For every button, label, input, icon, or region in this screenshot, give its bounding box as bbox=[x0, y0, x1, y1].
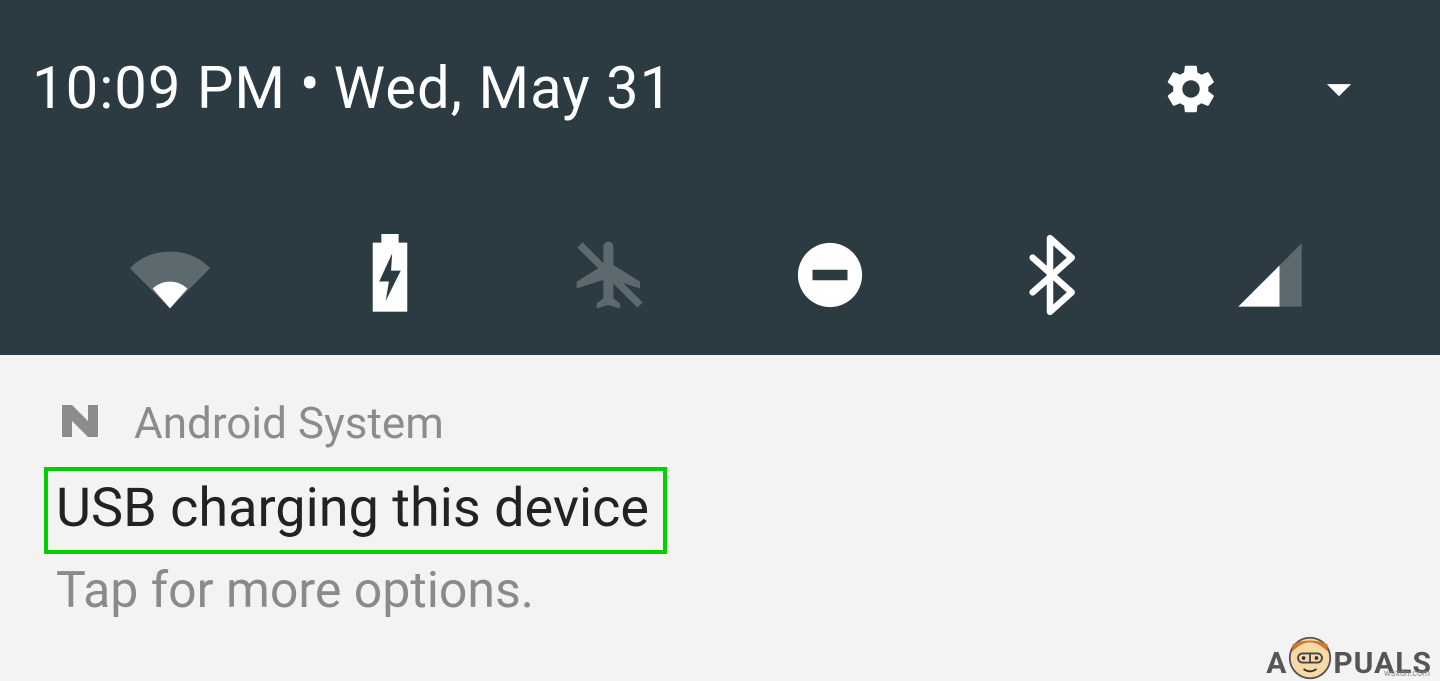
gear-icon bbox=[1162, 60, 1220, 118]
clock-time: 10:09 PM bbox=[32, 55, 286, 123]
bluetooth-icon bbox=[1024, 233, 1076, 317]
notification-area: Android System USB charging this device … bbox=[0, 355, 1440, 681]
qs-dnd-tile[interactable] bbox=[790, 235, 870, 315]
quick-settings-row bbox=[0, 235, 1440, 315]
notification-shade-header: 10:09 PM • Wed, May 31 bbox=[0, 0, 1440, 355]
watermark-domain: wsxdn.com bbox=[1384, 669, 1430, 679]
status-row: 10:09 PM • Wed, May 31 bbox=[0, 0, 1440, 123]
qs-bluetooth-tile[interactable] bbox=[1010, 235, 1090, 315]
cellular-signal-icon bbox=[1232, 237, 1308, 313]
wifi-icon bbox=[130, 239, 210, 311]
chevron-down-icon bbox=[1310, 60, 1368, 118]
airplane-icon bbox=[570, 235, 650, 315]
header-actions bbox=[1162, 60, 1408, 118]
android-n-icon bbox=[56, 397, 104, 449]
watermark-prefix: A bbox=[1266, 646, 1287, 681]
notification-app-name: Android System bbox=[134, 397, 444, 449]
expand-button[interactable] bbox=[1310, 60, 1368, 118]
qs-cellular-tile[interactable] bbox=[1230, 235, 1310, 315]
qs-airplane-tile[interactable] bbox=[570, 235, 650, 315]
notification-title-highlight: USB charging this device bbox=[44, 467, 667, 554]
time-date-block[interactable]: 10:09 PM • Wed, May 31 bbox=[32, 55, 1162, 123]
settings-button[interactable] bbox=[1162, 60, 1220, 118]
notification-app-header[interactable]: Android System bbox=[52, 397, 1388, 449]
qs-wifi-tile[interactable] bbox=[130, 235, 210, 315]
time-date-separator: • bbox=[300, 56, 320, 114]
clock-date: Wed, May 31 bbox=[334, 55, 674, 123]
qs-battery-tile[interactable] bbox=[350, 235, 430, 315]
battery-charging-icon bbox=[364, 234, 416, 316]
do-not-disturb-icon bbox=[795, 240, 865, 310]
watermark-mascot-icon bbox=[1287, 635, 1333, 681]
notification-subtitle[interactable]: Tap for more options. bbox=[52, 562, 1388, 620]
notification-title[interactable]: USB charging this device bbox=[56, 477, 649, 540]
